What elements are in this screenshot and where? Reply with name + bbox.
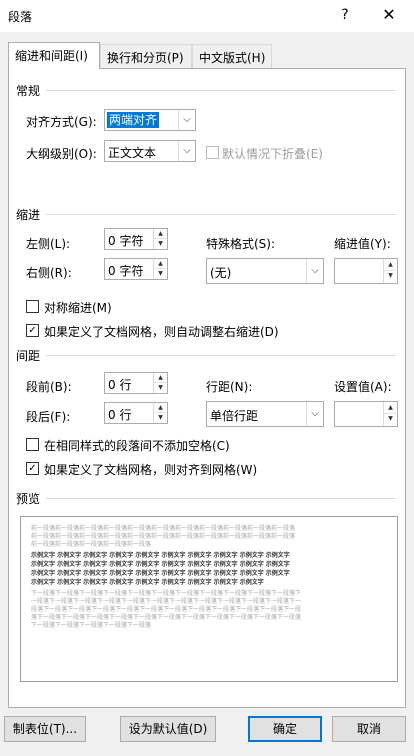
- spin-down-icon[interactable]: ▼: [154, 413, 167, 423]
- spin-up-icon[interactable]: ▲: [154, 259, 167, 269]
- chevron-down-icon: ⌵: [306, 402, 323, 426]
- spacing-at-label: 设置值(A):: [334, 380, 392, 394]
- special-indent-label: 特殊格式(S):: [206, 237, 276, 251]
- left-indent-value: 0 字符: [108, 234, 144, 248]
- alignment-label: 对齐方式(G):: [26, 115, 97, 129]
- tab-line-page-breaks[interactable]: 换行和分页(P): [100, 44, 192, 68]
- spin-up-icon[interactable]: ▲: [384, 259, 397, 271]
- cancel-button[interactable]: 取消: [332, 716, 406, 742]
- help-button[interactable]: ?: [334, 4, 356, 26]
- set-default-button[interactable]: 设为默认值(D): [120, 716, 216, 742]
- preview-sample-line: 示例文字 示例文字 示例文字 示例文字 示例文字 示例文字 示例文字 示例文字 …: [31, 570, 290, 577]
- divider: [46, 355, 396, 356]
- general-heading: 常规: [16, 84, 41, 98]
- spacing-at-spinner[interactable]: ▲ ▼: [334, 401, 398, 427]
- right-indent-spinner[interactable]: 0 字符 ▲ ▼: [104, 258, 168, 280]
- left-indent-label: 左侧(L):: [26, 237, 71, 251]
- collapse-label: 默认情况下折叠(E): [222, 147, 323, 161]
- space-before-spinner[interactable]: 0 行 ▲ ▼: [104, 372, 168, 394]
- space-before-label: 段前(B):: [26, 380, 72, 394]
- no-space-same-style-checkbox[interactable]: [26, 438, 39, 451]
- spacing-heading: 间距: [16, 349, 41, 363]
- dialog-title: 段落: [8, 10, 33, 24]
- spin-down-icon[interactable]: ▼: [384, 414, 397, 424]
- special-indent-value: (无): [210, 266, 232, 280]
- mirror-indents-checkbox[interactable]: [26, 300, 39, 313]
- line-spacing-value: 单倍行距: [210, 409, 259, 423]
- space-before-value: 0 行: [108, 378, 132, 392]
- snap-to-grid-checkbox[interactable]: ✓: [26, 462, 39, 475]
- mirror-indents-label: 对称缩进(M): [44, 301, 112, 315]
- space-after-value: 0 行: [108, 408, 132, 422]
- spin-down-icon[interactable]: ▼: [384, 271, 397, 281]
- auto-adjust-indent-label: 如果定义了文档网格，则自动调整右缩进(D): [44, 325, 279, 339]
- divider: [46, 214, 396, 215]
- divider: [46, 498, 396, 499]
- no-space-same-style-label: 在相同样式的段落间不添加空格(C): [44, 439, 230, 453]
- outline-level-label: 大纲级别(O):: [26, 147, 97, 161]
- preview-prev-line: 前一段落前一段落前一段落前一段落前一段落: [31, 541, 152, 548]
- spin-up-icon[interactable]: ▲: [154, 373, 167, 383]
- indent-heading: 缩进: [16, 208, 41, 222]
- snap-to-grid-label: 如果定义了文档网格，则对齐到网格(W): [44, 463, 258, 477]
- preview-next-line: 下一段落下一段落下一段落下一段落下一段落: [31, 622, 152, 629]
- tab-indent-spacing[interactable]: 缩进和间距(I): [8, 42, 100, 69]
- preview-heading: 预览: [16, 492, 41, 506]
- chevron-down-icon: ⌵: [306, 259, 323, 283]
- spin-down-icon[interactable]: ▼: [154, 239, 167, 249]
- indent-by-label: 缩进值(Y):: [334, 237, 391, 251]
- preview-sample-line: 示例文字 示例文字 示例文字 示例文字 示例文字 示例文字 示例文字 示例文字 …: [31, 552, 290, 559]
- alignment-select[interactable]: 两端对齐 ⌵: [104, 109, 196, 131]
- spin-up-icon[interactable]: ▲: [154, 229, 167, 239]
- line-spacing-label: 行距(N):: [206, 380, 253, 394]
- preview-sample-line: 示例文字 示例文字 示例文字 示例文字 示例文字 示例文字 示例文字 示例文字 …: [31, 561, 290, 568]
- indent-by-spinner[interactable]: ▲ ▼: [334, 258, 398, 284]
- preview-sample-line: 示例文字 示例文字 示例文字 示例文字 示例文字 示例文字 示例文字 示例文字 …: [31, 579, 264, 586]
- collapse-checkbox[interactable]: [206, 146, 219, 159]
- chevron-down-icon: ⌵: [178, 141, 195, 161]
- space-after-label: 段后(F):: [26, 410, 71, 424]
- outline-level-select[interactable]: 正文文本 ⌵: [104, 140, 196, 162]
- space-after-spinner[interactable]: 0 行 ▲ ▼: [104, 402, 168, 424]
- spin-down-icon[interactable]: ▼: [154, 269, 167, 279]
- left-indent-spinner[interactable]: 0 字符 ▲ ▼: [104, 228, 168, 250]
- alignment-value: 两端对齐: [107, 112, 160, 128]
- special-indent-select[interactable]: (无) ⌵: [206, 258, 324, 284]
- spin-up-icon[interactable]: ▲: [154, 403, 167, 413]
- right-indent-label: 右侧(R):: [26, 266, 72, 280]
- outline-level-value: 正文文本: [108, 146, 157, 160]
- preview-box: 前一段落前一段落前一段落前一段落前一段落前一段落前一段落前一段落前一段落前一段落…: [20, 516, 398, 682]
- right-indent-value: 0 字符: [108, 264, 144, 278]
- line-spacing-select[interactable]: 单倍行距 ⌵: [206, 401, 324, 427]
- spin-up-icon[interactable]: ▲: [384, 402, 397, 414]
- ok-button[interactable]: 确定: [248, 716, 322, 742]
- tab-asian-typography[interactable]: 中文版式(H): [192, 44, 272, 68]
- tabs-button[interactable]: 制表位(T)...: [4, 716, 86, 742]
- chevron-down-icon: ⌵: [178, 110, 195, 130]
- spin-down-icon[interactable]: ▼: [154, 383, 167, 393]
- divider: [46, 90, 396, 91]
- auto-adjust-indent-checkbox[interactable]: ✓: [26, 324, 39, 337]
- close-button[interactable]: ✕: [376, 4, 402, 26]
